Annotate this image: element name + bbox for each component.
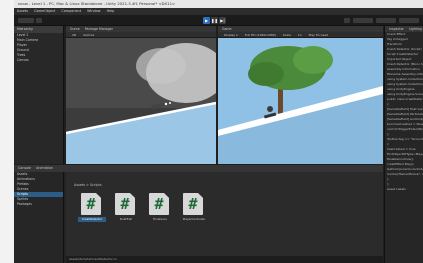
- menu-window[interactable]: Window: [87, 9, 100, 13]
- inspector-row: Invoke("ReloadScene", loadDelay);: [387, 172, 423, 176]
- project-tree: Assets Animations Prefabs Scenes Scripts…: [14, 172, 64, 263]
- script-file[interactable]: # DustTrail: [114, 193, 138, 227]
- tree-item[interactable]: Packages: [14, 202, 63, 207]
- play-button[interactable]: ▶: [203, 17, 210, 24]
- project-panel: Console Animation Assets Animations Pref…: [14, 165, 383, 263]
- snow-particle: [169, 102, 171, 104]
- hierarchy-item[interactable]: Canvas: [14, 58, 63, 63]
- layout-dropdown[interactable]: [399, 18, 419, 23]
- window-title: snow - Level 1 - PC, Mac & Linux Standal…: [14, 0, 423, 8]
- pause-button[interactable]: ❚❚: [211, 17, 218, 24]
- inspector-row: public class CrashDetector : MonoBehavio…: [387, 97, 423, 101]
- file-label: CrashDetector: [78, 217, 106, 222]
- tree-trunk: [278, 86, 283, 116]
- script-file[interactable]: # FinishLine: [148, 193, 172, 227]
- tree-foliage: [293, 46, 333, 74]
- toggle-2d[interactable]: 2D: [72, 33, 76, 37]
- bottom-tab-bar: Console Animation: [14, 165, 383, 172]
- play-focused-dropdown[interactable]: Play Focused: [309, 33, 329, 37]
- player-sprite: [267, 106, 273, 112]
- csharp-icon: #: [86, 195, 96, 213]
- menu-assets[interactable]: Assets: [17, 9, 28, 13]
- inspector-row: if(other.tag == "Ground" && !hasCrashed): [387, 137, 423, 141]
- file-label: DustTrail: [119, 217, 133, 221]
- inspector-row: void OnTriggerEnter2D(Collider2D other): [387, 127, 423, 131]
- tab-console[interactable]: Console: [18, 166, 31, 170]
- inspector-row: Asset Labels: [387, 187, 406, 191]
- csharp-icon: #: [120, 195, 130, 213]
- inspector-panel: Inspector Lighting Crash Effect Tag Untag…: [384, 26, 423, 263]
- scale-label: Scale: [282, 33, 291, 37]
- snow-cloud: [136, 48, 186, 84]
- tab-package-manager[interactable]: Package Manager: [85, 27, 113, 31]
- search-icon[interactable]: [344, 18, 350, 23]
- scene-render: [66, 38, 216, 164]
- file-label: FinishLine: [153, 217, 167, 221]
- account-button[interactable]: [353, 18, 373, 23]
- script-file[interactable]: # PlayerController: [182, 193, 206, 227]
- csharp-icon: #: [188, 195, 198, 213]
- step-button[interactable]: ▶|: [219, 17, 226, 24]
- file-label: PlayerController: [182, 217, 206, 221]
- breadcrumb[interactable]: Assets > Scripts: [74, 183, 102, 187]
- resolution-dropdown[interactable]: Full HD (1920x1080): [245, 33, 276, 37]
- game-canvas[interactable]: [218, 38, 383, 164]
- script-file[interactable]: # CrashDetector: [78, 193, 106, 227]
- tab-animation[interactable]: Animation: [36, 166, 53, 170]
- scene-canvas[interactable]: [66, 38, 216, 164]
- tab-game[interactable]: Game: [222, 27, 232, 31]
- inspector-content: Crash Effect Tag Untagged Transform Crash D…: [385, 32, 423, 192]
- layers-dropdown[interactable]: [376, 18, 396, 23]
- menu-bar: Assets GameObject Component Window Help: [14, 8, 423, 15]
- gizmos-dropdown[interactable]: Gizmos: [83, 33, 94, 37]
- menu-component[interactable]: Component: [61, 9, 81, 13]
- tab-lighting[interactable]: Lighting: [409, 27, 422, 31]
- account-dropdown[interactable]: [18, 18, 34, 23]
- game-render: [218, 38, 383, 164]
- scale-value[interactable]: 1x: [298, 33, 302, 37]
- tree-foliage: [248, 62, 284, 86]
- snow-particle: [164, 102, 168, 106]
- unity-editor-window: snow - Level 1 - PC, Mac & Linux Standal…: [14, 0, 423, 263]
- game-view-panel: Game Display 1 Full HD (1920x1080) Scale…: [218, 26, 383, 164]
- csharp-icon: #: [154, 195, 164, 213]
- scene-view-panel: Scene Package Manager 2D Gizmos: [66, 26, 216, 164]
- hierarchy-panel: Hierarchy Level 1 Main Camera Player Gro…: [14, 26, 64, 164]
- selected-asset-path: Assets/Scripts/CrashDetector.cs: [66, 256, 383, 263]
- menu-gameobject[interactable]: GameObject: [34, 9, 55, 13]
- cloud-icon[interactable]: [36, 18, 42, 23]
- project-files: Assets > Scripts # CrashDetector # DustT…: [66, 172, 383, 263]
- display-dropdown[interactable]: Display 1: [224, 33, 238, 37]
- main-toolbar: ▶ ❚❚ ▶|: [14, 15, 423, 26]
- tab-inspector[interactable]: Inspector: [389, 27, 404, 31]
- tab-scene[interactable]: Scene: [70, 27, 80, 31]
- tab-hierarchy[interactable]: Hierarchy: [14, 26, 63, 33]
- menu-help[interactable]: Help: [107, 9, 115, 13]
